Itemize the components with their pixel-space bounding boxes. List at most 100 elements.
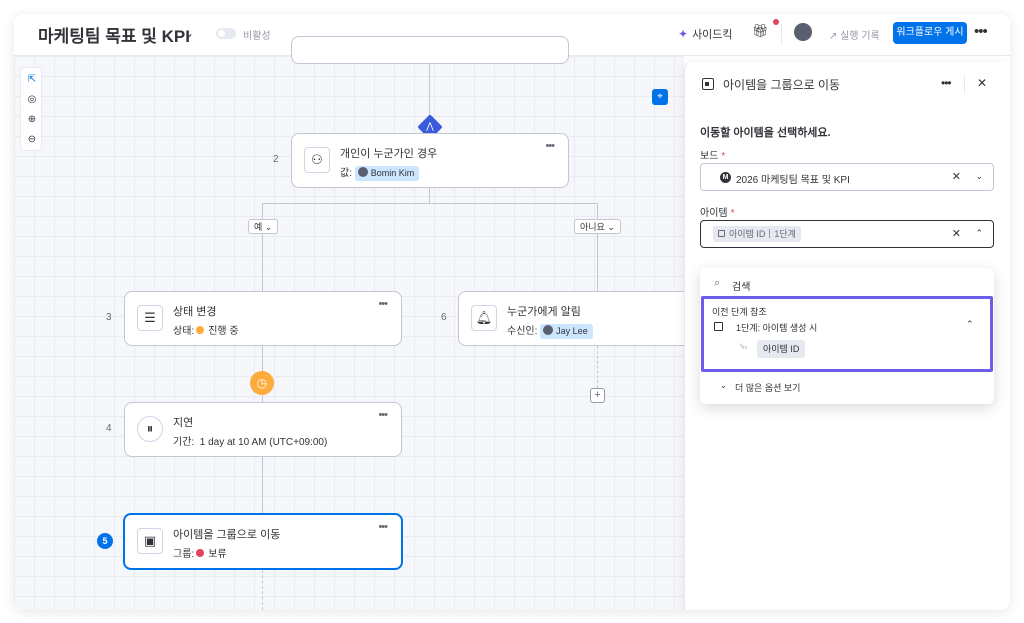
- required-mark: *: [721, 151, 726, 162]
- connector: [262, 457, 263, 513]
- activation-toggle[interactable]: [216, 28, 236, 39]
- more-icon[interactable]: •••: [378, 298, 388, 310]
- more-icon[interactable]: •••: [545, 140, 555, 152]
- clear-icon[interactable]: ✕: [952, 170, 961, 183]
- pause-icon: ⏸︎: [137, 416, 163, 442]
- node-subtitle: 그룹: 보류: [173, 545, 227, 560]
- group-title: 이전 단계 참조: [712, 307, 767, 317]
- publish-button[interactable]: 워크플로우 게시: [893, 22, 967, 44]
- person-chip: Jay Lee: [540, 323, 593, 339]
- sidekick-button[interactable]: ✦ 사이드킥: [678, 26, 733, 42]
- app-window: 마케팅팀 목표 및 KPI ⌄ 비활성 ✦ 사이드킥 🎁︎ ↗ 실행 기록 워크플…: [14, 14, 1010, 610]
- group-move-icon: ▣: [137, 528, 163, 554]
- divider: [769, 229, 771, 239]
- focus-icon[interactable]: ◎: [21, 90, 43, 110]
- panel-title: 아이템을 그룹으로 이동: [723, 78, 841, 92]
- step-icon: [714, 322, 723, 331]
- sub-label: 기간:: [173, 437, 195, 448]
- status-icon: ☰: [137, 305, 163, 331]
- group-move-icon: [702, 78, 714, 90]
- chevron-down-icon[interactable]: ⌄: [184, 26, 194, 40]
- run-log-button[interactable]: ↗ 실행 기록: [829, 27, 880, 42]
- item-dropdown: ⌕ 검색 이전 단계 참조 1단계: 아이템 생성 시 ⌃ ¹₂₃ 아이템 ID…: [700, 268, 994, 404]
- chevron-down-icon[interactable]: ⌄: [975, 171, 983, 182]
- step-number: 5: [97, 533, 113, 549]
- condition-node[interactable]: ⚇ 개인이 누군가인 경우 값: Bomin Kim •••: [291, 133, 569, 188]
- item-tag-label: 아이템 ID: [729, 229, 766, 239]
- person-chip: Bomin Kim: [354, 165, 420, 181]
- item-label: 아이템 *: [700, 204, 735, 219]
- more-icon[interactable]: •••: [378, 409, 388, 421]
- target-icon[interactable]: ⌖: [652, 89, 668, 105]
- status-change-node[interactable]: ☰ 상태 변경 상태: 진행 중 •••: [124, 291, 402, 346]
- required-mark: *: [730, 208, 735, 219]
- page-title[interactable]: 마케팅팀 목표 및 KPI: [38, 22, 190, 47]
- run-log-label: 실행 기록: [840, 31, 880, 42]
- zoom-in-icon[interactable]: ⊕: [21, 110, 43, 130]
- graph-icon: ↗: [829, 31, 841, 42]
- node-title: 상태 변경: [173, 306, 217, 318]
- person-icon: ⚇: [304, 147, 330, 173]
- delay-node[interactable]: ⏸︎ 지연 기간: 1 day at 10 AM (UTC+09:00) •••: [124, 402, 402, 457]
- step-number: 3: [106, 312, 112, 323]
- item-select[interactable]: 아이템 ID 1단계 ✕ ⌃: [700, 220, 994, 248]
- status-dot: [196, 326, 205, 335]
- node-subtitle: 값: Bomin Kim: [340, 164, 420, 181]
- board-select[interactable]: M 2026 마케팅팀 목표 및 KPI ✕ ⌄: [700, 163, 994, 191]
- sub-label: 그룹:: [173, 549, 195, 560]
- avatar: [357, 167, 368, 178]
- item-label-text: 아이템: [700, 208, 728, 219]
- item-tag: 아이템 ID 1단계: [713, 226, 801, 242]
- zoom-out-icon[interactable]: ⊖: [21, 130, 43, 150]
- gift-icon[interactable]: 🎁︎: [752, 23, 769, 39]
- node-title: 아이템을 그룹으로 이동: [173, 529, 281, 541]
- connector: [597, 346, 598, 388]
- branch-no[interactable]: 아니요 ⌄: [574, 219, 621, 234]
- sub-label: 상태:: [173, 326, 195, 337]
- chevron-up-icon[interactable]: ⌃: [966, 319, 974, 330]
- sparkle-icon: ✦: [678, 27, 689, 41]
- step-number: 4: [106, 423, 112, 434]
- action-settings-panel: 아이템을 그룹으로 이동 ••• ✕ 이동할 아이템을 선택하세요. 보드 * M…: [684, 62, 1010, 610]
- previous-node[interactable]: [291, 36, 569, 64]
- item-icon: [718, 230, 725, 238]
- more-icon[interactable]: •••: [974, 23, 988, 40]
- more-icon[interactable]: •••: [378, 521, 388, 533]
- plus-icon[interactable]: +: [590, 388, 605, 403]
- node-subtitle: 수신인: Jay Lee: [507, 322, 593, 339]
- avatar[interactable]: [794, 23, 812, 41]
- search-input[interactable]: 검색: [732, 278, 750, 293]
- more-options-button[interactable]: 더 많은 옵션 보기: [735, 381, 800, 394]
- sidekick-label: 사이드킥: [692, 29, 733, 41]
- sub-label: 값:: [340, 168, 352, 179]
- close-icon[interactable]: ✕: [977, 76, 987, 90]
- connector: [262, 203, 263, 291]
- canvas-toolbar: ⇱ ◎ ⊕ ⊖: [20, 67, 42, 151]
- sub-label: 수신인:: [507, 326, 538, 337]
- status-value: 진행 중: [208, 326, 239, 337]
- board-label-text: 보드: [700, 151, 719, 162]
- item-id-option[interactable]: 아이템 ID: [757, 340, 806, 358]
- node-title: 누군가에게 알림: [507, 306, 581, 318]
- chevron-up-icon[interactable]: ⌃: [975, 228, 983, 239]
- branch-label: 예: [254, 222, 263, 232]
- notification-dot: [773, 19, 779, 25]
- connector: [262, 203, 598, 204]
- branch-icon: ⋀: [426, 121, 434, 131]
- branch-yes[interactable]: 예 ⌄: [248, 219, 279, 234]
- node-subtitle: 기간: 1 day at 10 AM (UTC+09:00): [173, 433, 327, 448]
- panel-heading: 이동할 아이템을 선택하세요.: [700, 127, 831, 139]
- clear-icon[interactable]: ✕: [952, 227, 961, 240]
- person-name: Bomin Kim: [370, 167, 415, 178]
- notify-node[interactable]: 🔔︎ 누군가에게 알림 수신인: Jay Lee: [458, 291, 698, 346]
- item-tag-step: 1단계: [774, 229, 796, 239]
- bell-icon: 🔔︎: [471, 305, 497, 331]
- pointer-icon[interactable]: ⇱: [21, 70, 43, 90]
- more-icon[interactable]: •••: [941, 76, 952, 90]
- connector: [429, 64, 430, 120]
- step-option[interactable]: 1단계: 아이템 생성 시: [736, 321, 817, 334]
- workflow-canvas[interactable]: ⇱ ◎ ⊕ ⊖ ⋀ 2 ⚇ 개인이 누군가인 경우 값: Bomin Kim •…: [14, 36, 698, 610]
- node-title: 지연: [173, 417, 194, 429]
- activation-label: 비활성: [243, 31, 271, 42]
- move-to-group-node[interactable]: ▣ 아이템을 그룹으로 이동 그룹: 보류 •••: [123, 513, 403, 570]
